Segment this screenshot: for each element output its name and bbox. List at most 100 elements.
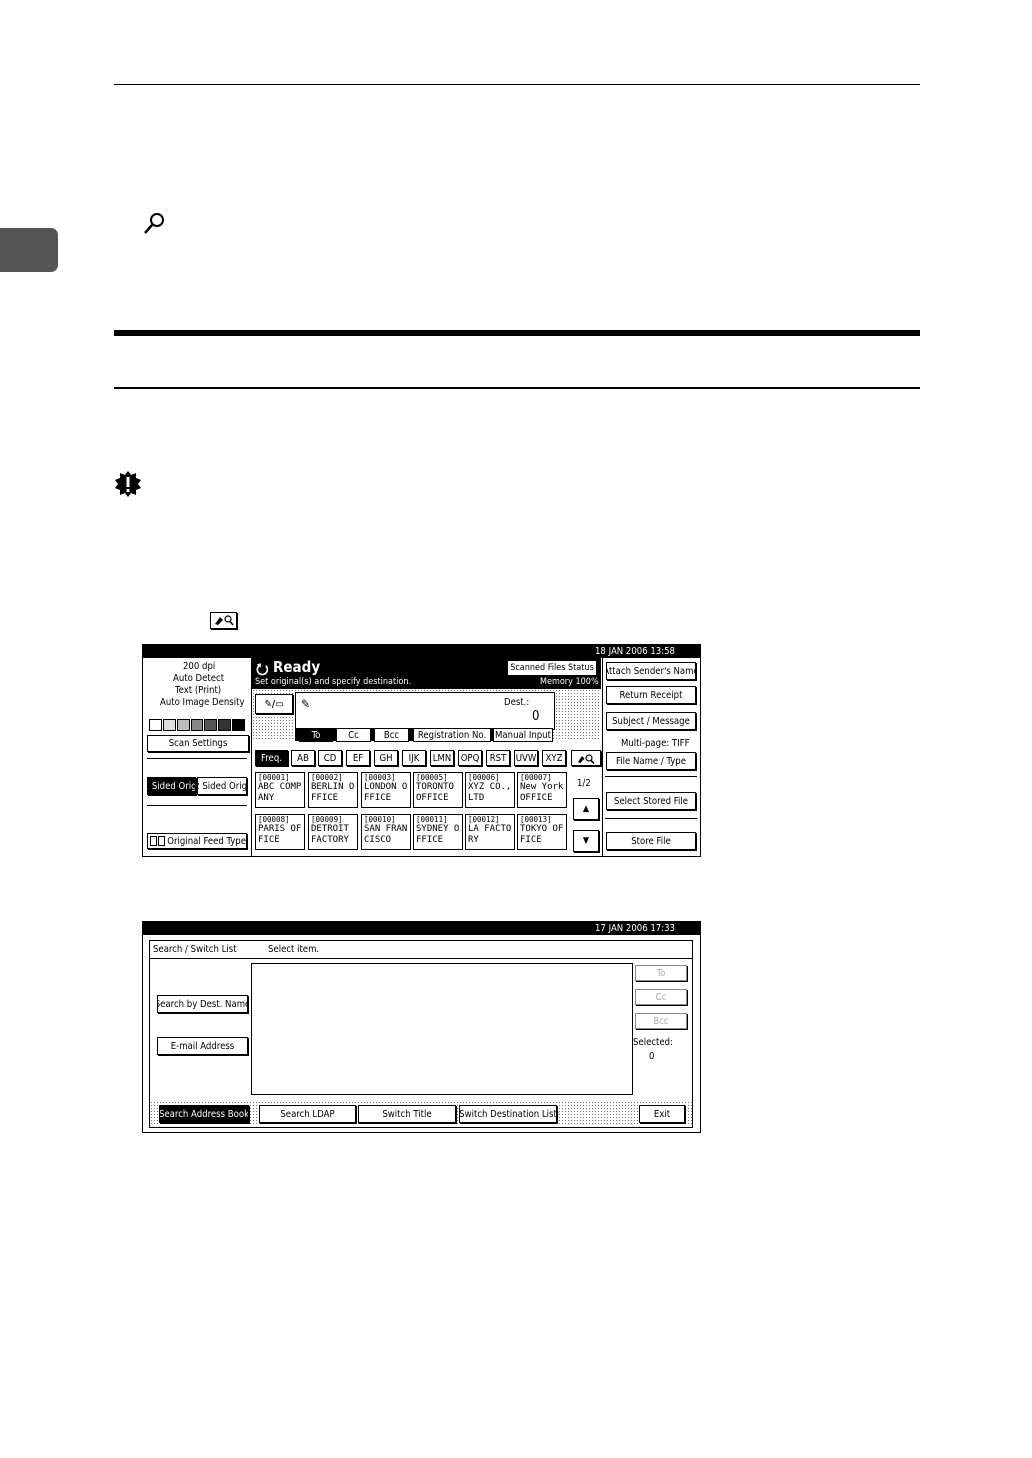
search-destination-icon (210, 612, 237, 629)
dest-name: XYZ CO., (468, 782, 512, 792)
store-file-button[interactable]: Store File (606, 832, 696, 850)
dest-code: [00006] (468, 773, 500, 782)
datetime: 18 JAN 2006 13:58 (595, 646, 675, 657)
index-tab-ab[interactable]: AB (291, 750, 315, 766)
feed-type-icon (150, 836, 157, 846)
switch-title-tab[interactable]: Switch Title (358, 1105, 456, 1123)
return-receipt-button[interactable]: Return Receipt (606, 686, 696, 704)
one-sided-original-button[interactable]: 1 Sided Orig. (147, 777, 196, 795)
file-name-type-button[interactable]: File Name / Type (606, 752, 696, 770)
folder-email-toggle-button[interactable]: ✎/▭ (255, 694, 293, 714)
dest-count: 0 (532, 709, 540, 724)
dest-name: FICE (520, 835, 542, 845)
index-tab-opq[interactable]: OPQ (458, 750, 482, 766)
to-button[interactable]: To (635, 965, 687, 981)
dest-code: [00012] (468, 815, 500, 824)
destination-key[interactable]: [00013] TOKYO OF FICE (517, 814, 567, 850)
index-tab-cd[interactable]: CD (318, 750, 342, 766)
dest-name: BERLIN O (311, 782, 355, 792)
dest-name: LONDON O (364, 782, 408, 792)
dest-code: [00001] (258, 773, 290, 782)
tab-to[interactable]: To (299, 728, 333, 742)
destination-key[interactable]: [00006] XYZ CO., LTD (465, 772, 515, 808)
selected-label: Selected: (633, 1037, 673, 1048)
index-tab-xyz[interactable]: XYZ (542, 750, 566, 766)
feed-type-icon (157, 836, 166, 846)
exit-button[interactable]: Exit (639, 1105, 685, 1123)
page-indicator: 1/2 (577, 778, 591, 789)
index-tab-gh[interactable]: GH (374, 750, 398, 766)
dest-name: ABC COMP (258, 782, 302, 792)
datetime: 17 JAN 2006 17:33 (595, 923, 675, 934)
selected-count: 0 (649, 1051, 655, 1062)
page-up-button[interactable]: ▲ (573, 798, 599, 820)
dest-code: [00003] (364, 773, 396, 782)
index-tab-freq[interactable]: Freq. (255, 750, 288, 766)
switch-destination-list-tab[interactable]: Switch Destination List (459, 1105, 557, 1123)
index-tab-rst[interactable]: RST (486, 750, 510, 766)
index-tab-lmn[interactable]: LMN (430, 750, 454, 766)
two-sided-original-button[interactable]: 2 Sided Orig. (197, 777, 247, 795)
dest-code: [00005] (416, 773, 448, 782)
dest-name: PARIS OF (258, 824, 302, 834)
dialog-instruction: Select item. (268, 944, 320, 955)
density-step (190, 719, 204, 731)
destination-key[interactable]: [00008] PARIS OF FICE (255, 814, 305, 850)
feed-type-label: Original Feed Type (167, 835, 246, 847)
density-step (218, 719, 232, 731)
index-tab-ef[interactable]: EF (346, 750, 370, 766)
density-step (176, 719, 190, 731)
cc-button[interactable]: Cc (635, 989, 687, 1005)
dest-code: [00008] (258, 815, 290, 824)
destination-key[interactable]: [00010] SAN FRAN CISCO (361, 814, 411, 850)
result-list (251, 963, 633, 1095)
dest-name: TOKYO OF (520, 824, 564, 834)
subject-message-button[interactable]: Subject / Message (606, 712, 696, 730)
destination-key[interactable]: [00002] BERLIN O FFICE (308, 772, 358, 808)
search-by-dest-name-button[interactable]: Search by Dest. Name (157, 995, 248, 1013)
search-ldap-tab[interactable]: Search LDAP (259, 1105, 356, 1123)
dest-name: SYDNEY O (416, 824, 460, 834)
image-density: Auto Image Density (160, 697, 245, 708)
destination-key[interactable]: [00003] LONDON O FFICE (361, 772, 411, 808)
scanned-files-status-button[interactable]: Scanned Files Status (507, 660, 597, 676)
dest-name: OFFICE (416, 793, 449, 803)
destination-key[interactable]: [00009] DETROIT FACTORY (308, 814, 358, 850)
tab-manual-input[interactable]: Manual Input (493, 728, 553, 742)
select-stored-file-button[interactable]: Select Stored File (606, 792, 696, 810)
attach-senders-name-button[interactable]: Attach Sender's Name (606, 662, 696, 680)
destination-key[interactable]: [00012] LA FACTO RY (465, 814, 515, 850)
right-divider (605, 818, 697, 819)
destination-key[interactable]: [00007] New York OFFICE (517, 772, 567, 808)
dest-name: CISCO (364, 835, 392, 845)
email-address-button[interactable]: E-mail Address (157, 1037, 248, 1055)
important-icon (114, 470, 142, 498)
index-tab-uvw[interactable]: UVW (514, 750, 538, 766)
original-detect: Auto Detect (173, 673, 225, 684)
index-tab-ijk[interactable]: IJK (402, 750, 426, 766)
tab-registration-no[interactable]: Registration No. (413, 728, 491, 742)
scan-settings-button[interactable]: Scan Settings (147, 735, 249, 752)
dest-code: [00002] (311, 773, 343, 782)
destination-key[interactable]: [00005] TORONTO OFFICE (413, 772, 463, 808)
dest-name: OFFICE (520, 793, 553, 803)
left-divider (147, 758, 247, 759)
dest-code: [00010] (364, 815, 396, 824)
instruction-text: Set original(s) and specify destination. (255, 677, 412, 687)
dest-code: [00013] (520, 815, 552, 824)
destination-key[interactable]: [00011] SYDNEY O FFICE (413, 814, 463, 850)
page-down-button[interactable]: ▼ (573, 830, 599, 852)
destination-key[interactable]: [00001] ABC COMP ANY (255, 772, 305, 808)
search-address-book-tab[interactable]: Search Address Book (159, 1105, 249, 1123)
original-feed-type-button[interactable]: Original Feed Type (147, 833, 247, 849)
tab-bcc[interactable]: Bcc (374, 728, 409, 742)
dest-code: [00009] (311, 815, 343, 824)
dest-name: SAN FRAN (364, 824, 408, 834)
dest-name: FFICE (311, 793, 339, 803)
bcc-button[interactable]: Bcc (635, 1013, 687, 1029)
right-divider (605, 776, 697, 777)
tab-cc[interactable]: Cc (336, 728, 371, 742)
section-rule-thick (114, 330, 920, 336)
search-destination-button[interactable] (571, 750, 601, 766)
title-rule (150, 958, 692, 959)
